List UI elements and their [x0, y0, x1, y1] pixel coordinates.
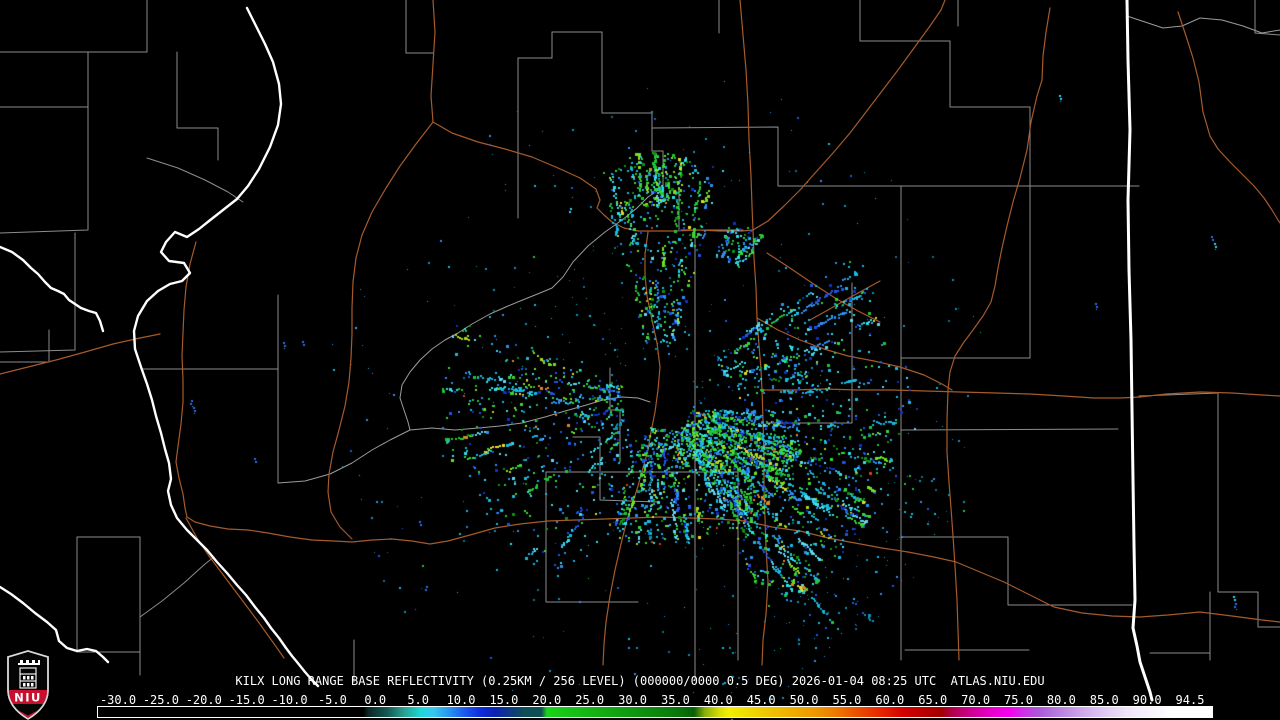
scale-label: 50.0 [789, 693, 819, 707]
scale-label: 5.0 [407, 693, 429, 707]
scale-label: 20.0 [532, 693, 562, 707]
scale-label: -20.0 [185, 693, 222, 707]
scale-label: 30.0 [618, 693, 647, 707]
scale-label: 90.0 [1132, 693, 1162, 707]
niu-logo: NIU [7, 650, 49, 720]
scale-label: -10.0 [271, 693, 308, 707]
scale-label: 70.0 [961, 693, 991, 707]
scale-label: -30.0 [99, 693, 137, 707]
scale-label: 75.0 [1004, 693, 1033, 707]
scale-label: 0.0 [364, 693, 387, 707]
scale-label: 45.0 [746, 693, 776, 707]
scale-label: 65.0 [918, 693, 948, 707]
scale-label: 10.0 [446, 693, 476, 707]
scale-label: -5.0 [317, 693, 347, 707]
scale-label: -15.0 [228, 693, 265, 707]
scale-label: 60.0 [875, 693, 905, 707]
product-caption: KILX LONG RANGE BASE REFLECTIVITY (0.25K… [235, 674, 1045, 688]
radar-echoes-canvas [0, 0, 1280, 720]
scale-label: 25.0 [575, 693, 605, 707]
scale-colorbar [97, 706, 1213, 718]
scale-label: 85.0 [1089, 693, 1119, 707]
reflectivity-scale: -30.0 -25.0 -20.0 -15.0 -10.0 -5.0 0.0 5.0 10.0 1… [0, 692, 1280, 720]
scale-label: 80.0 [1046, 693, 1076, 707]
scale-label: 55.0 [832, 693, 862, 707]
scale-label: -25.0 [142, 693, 179, 707]
scale-label: 35.0 [660, 693, 690, 707]
scale-label: 94.5 [1175, 693, 1205, 707]
scale-tick-labels: -30.0 -25.0 -20.0 -15.0 -10.0 -5.0 0.0 5.0 10.0 1… [0, 692, 1280, 707]
radar-display: KILX LONG RANGE BASE REFLECTIVITY (0.25K… [0, 0, 1280, 720]
niu-wordmark: NIU [14, 691, 42, 705]
scale-label: 15.0 [489, 693, 519, 707]
scale-label: 40.0 [703, 693, 733, 707]
